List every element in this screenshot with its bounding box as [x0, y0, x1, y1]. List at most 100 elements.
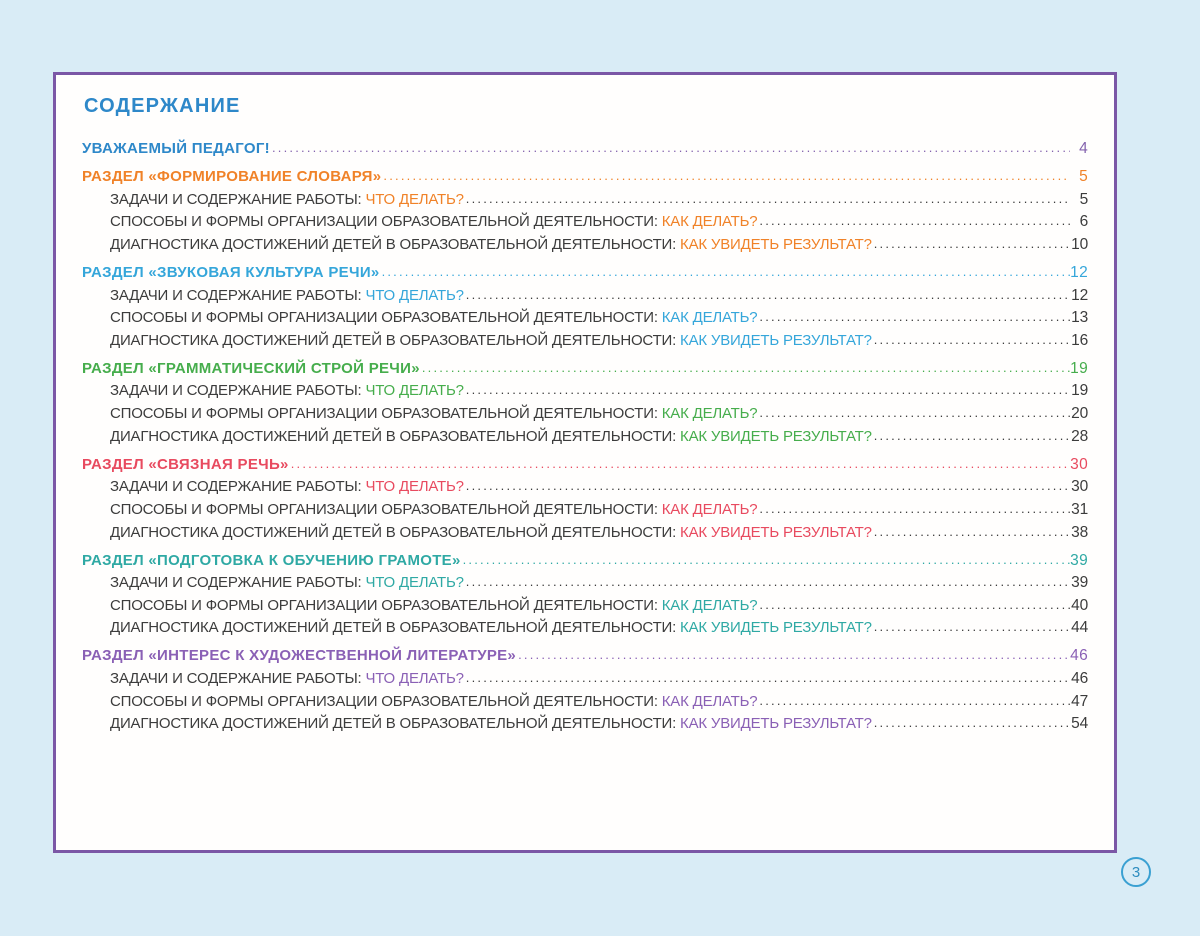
dot-leader — [464, 284, 1070, 307]
toc-entry-label: ЗАДАЧИ И СОДЕРЖАНИЕ РАБОТЫ: ЧТО ДЕЛАТЬ? — [110, 668, 464, 691]
dot-leader — [872, 521, 1070, 544]
toc-page-number: 13 — [1070, 307, 1088, 330]
toc-entry-label: СПОСОБЫ И ФОРМЫ ОРГАНИЗАЦИИ ОБРАЗОВАТЕЛЬ… — [110, 403, 757, 426]
toc-section-entry: РАЗДЕЛ «ЗВУКОВАЯ КУЛЬТУРА РЕЧИ» 12 — [82, 262, 1088, 285]
dot-leader — [757, 402, 1070, 425]
toc-entry-label: ДИАГНОСТИКА ДОСТИЖЕНИЙ ДЕТЕЙ В ОБРАЗОВАТ… — [110, 426, 872, 449]
dot-leader — [270, 137, 1070, 160]
toc-entry-label: РАЗДЕЛ «ФОРМИРОВАНИЕ СЛОВАРЯ» — [82, 166, 381, 189]
toc-page-number: 16 — [1070, 330, 1088, 353]
toc-sub-entry: ДИАГНОСТИКА ДОСТИЖЕНИЙ ДЕТЕЙ В ОБРАЗОВАТ… — [82, 713, 1088, 736]
page-number-badge-value: 3 — [1132, 864, 1140, 881]
toc-page-number: 40 — [1070, 595, 1088, 618]
toc-section-entry: РАЗДЕЛ «СВЯЗНАЯ РЕЧЬ» 30 — [82, 454, 1088, 477]
toc-sub-entry: ЗАДАЧИ И СОДЕРЖАНИЕ РАБОТЫ: ЧТО ДЕЛАТЬ? … — [82, 285, 1088, 308]
toc-entry-label: ЗАДАЧИ И СОДЕРЖАНИЕ РАБОТЫ: ЧТО ДЕЛАТЬ? — [110, 380, 464, 403]
dot-leader — [757, 498, 1070, 521]
toc-page-number: 54 — [1070, 713, 1088, 736]
toc-entry-label: ДИАГНОСТИКА ДОСТИЖЕНИЙ ДЕТЕЙ В ОБРАЗОВАТ… — [110, 713, 872, 736]
toc-page-number: 30 — [1070, 476, 1088, 499]
toc-sub-entry: ДИАГНОСТИКА ДОСТИЖЕНИЙ ДЕТЕЙ В ОБРАЗОВАТ… — [82, 330, 1088, 353]
toc-sub-entry: СПОСОБЫ И ФОРМЫ ОРГАНИЗАЦИИ ОБРАЗОВАТЕЛЬ… — [82, 307, 1088, 330]
toc-entry-label: ЗАДАЧИ И СОДЕРЖАНИЕ РАБОТЫ: ЧТО ДЕЛАТЬ? — [110, 189, 464, 212]
toc-sub-entry: ДИАГНОСТИКА ДОСТИЖЕНИЙ ДЕТЕЙ В ОБРАЗОВАТ… — [82, 234, 1088, 257]
dot-leader — [872, 233, 1070, 256]
toc-page-number: 28 — [1070, 426, 1088, 449]
dot-leader — [757, 690, 1070, 713]
toc-page-number: 38 — [1070, 522, 1088, 545]
toc-page-number: 19 — [1070, 380, 1088, 403]
toc-page-number: 5 — [1070, 166, 1088, 189]
dot-leader — [464, 667, 1070, 690]
toc-entry-label: ЗАДАЧИ И СОДЕРЖАНИЕ РАБОТЫ: ЧТО ДЕЛАТЬ? — [110, 476, 464, 499]
toc-section-entry: РАЗДЕЛ «ИНТЕРЕС К ХУДОЖЕСТВЕННОЙ ЛИТЕРАТ… — [82, 645, 1088, 668]
toc-sub-entry: ЗАДАЧИ И СОДЕРЖАНИЕ РАБОТЫ: ЧТО ДЕЛАТЬ? … — [82, 572, 1088, 595]
toc-entry-label: СПОСОБЫ И ФОРМЫ ОРГАНИЗАЦИИ ОБРАЗОВАТЕЛЬ… — [110, 499, 757, 522]
page-title: СОДЕРЖАНИЕ — [84, 95, 1088, 118]
toc-page-number: 39 — [1070, 550, 1088, 573]
toc-page-number: 31 — [1070, 499, 1088, 522]
toc-page-number: 4 — [1070, 138, 1088, 161]
toc-sub-entry: СПОСОБЫ И ФОРМЫ ОРГАНИЗАЦИИ ОБРАЗОВАТЕЛЬ… — [82, 211, 1088, 234]
toc-entry-label: РАЗДЕЛ «ПОДГОТОВКА К ОБУЧЕНИЮ ГРАМОТЕ» — [82, 550, 461, 573]
toc-entry-label: РАЗДЕЛ «ЗВУКОВАЯ КУЛЬТУРА РЕЧИ» — [82, 262, 380, 285]
toc-intro-entry: УВАЖАЕМЫЙ ПЕДАГОГ! 4 — [82, 138, 1088, 161]
toc-sub-entry: СПОСОБЫ И ФОРМЫ ОРГАНИЗАЦИИ ОБРАЗОВАТЕЛЬ… — [82, 499, 1088, 522]
toc-sub-entry: ЗАДАЧИ И СОДЕРЖАНИЕ РАБОТЫ: ЧТО ДЕЛАТЬ? … — [82, 189, 1088, 212]
dot-leader — [464, 571, 1070, 594]
toc-entry-label: ДИАГНОСТИКА ДОСТИЖЕНИЙ ДЕТЕЙ В ОБРАЗОВАТ… — [110, 522, 872, 545]
toc-section-entry: РАЗДЕЛ «ПОДГОТОВКА К ОБУЧЕНИЮ ГРАМОТЕ» 3… — [82, 550, 1088, 573]
toc-page-number: 44 — [1070, 617, 1088, 640]
toc-page-number: 12 — [1070, 285, 1088, 308]
toc-entry-label: СПОСОБЫ И ФОРМЫ ОРГАНИЗАЦИИ ОБРАЗОВАТЕЛЬ… — [110, 595, 757, 618]
dot-leader — [872, 712, 1070, 735]
toc-page-number: 20 — [1070, 403, 1088, 426]
toc-page-number: 46 — [1070, 668, 1088, 691]
dot-leader — [872, 616, 1070, 639]
dot-leader — [757, 210, 1070, 233]
toc-page-number: 30 — [1070, 454, 1088, 477]
toc-sub-entry: ДИАГНОСТИКА ДОСТИЖЕНИЙ ДЕТЕЙ В ОБРАЗОВАТ… — [82, 426, 1088, 449]
toc-section-entry: РАЗДЕЛ «ГРАММАТИЧЕСКИЙ СТРОЙ РЕЧИ» 19 — [82, 358, 1088, 381]
dot-leader — [516, 644, 1070, 667]
dot-leader — [289, 453, 1070, 476]
toc-sub-entry: ЗАДАЧИ И СОДЕРЖАНИЕ РАБОТЫ: ЧТО ДЕЛАТЬ? … — [82, 476, 1088, 499]
dot-leader — [464, 379, 1070, 402]
dot-leader — [464, 188, 1070, 211]
toc-entry-label: ДИАГНОСТИКА ДОСТИЖЕНИЙ ДЕТЕЙ В ОБРАЗОВАТ… — [110, 234, 872, 257]
toc-sub-entry: СПОСОБЫ И ФОРМЫ ОРГАНИЗАЦИИ ОБРАЗОВАТЕЛЬ… — [82, 595, 1088, 618]
toc-sub-entry: ДИАГНОСТИКА ДОСТИЖЕНИЙ ДЕТЕЙ В ОБРАЗОВАТ… — [82, 617, 1088, 640]
toc-section-entry: РАЗДЕЛ «ФОРМИРОВАНИЕ СЛОВАРЯ» 5 — [82, 166, 1088, 189]
toc-page-number: 46 — [1070, 645, 1088, 668]
toc-entry-label: РАЗДЕЛ «ГРАММАТИЧЕСКИЙ СТРОЙ РЕЧИ» — [82, 358, 420, 381]
page-number-badge: 3 — [1121, 857, 1151, 887]
toc-sub-entry: ЗАДАЧИ И СОДЕРЖАНИЕ РАБОТЫ: ЧТО ДЕЛАТЬ? … — [82, 668, 1088, 691]
toc-entry-label: ЗАДАЧИ И СОДЕРЖАНИЕ РАБОТЫ: ЧТО ДЕЛАТЬ? — [110, 285, 464, 308]
toc-page-number: 19 — [1070, 358, 1088, 381]
toc-entry-label: ЗАДАЧИ И СОДЕРЖАНИЕ РАБОТЫ: ЧТО ДЕЛАТЬ? — [110, 572, 464, 595]
toc-sub-entry: ДИАГНОСТИКА ДОСТИЖЕНИЙ ДЕТЕЙ В ОБРАЗОВАТ… — [82, 522, 1088, 545]
toc-sub-entry: СПОСОБЫ И ФОРМЫ ОРГАНИЗАЦИИ ОБРАЗОВАТЕЛЬ… — [82, 691, 1088, 714]
dot-leader — [757, 594, 1070, 617]
dot-leader — [381, 165, 1070, 188]
toc-page-number: 12 — [1070, 262, 1088, 285]
toc-page: СОДЕРЖАНИЕ УВАЖАЕМЫЙ ПЕДАГОГ! 4 РАЗДЕЛ «… — [53, 72, 1117, 853]
toc-entry-label: ДИАГНОСТИКА ДОСТИЖЕНИЙ ДЕТЕЙ В ОБРАЗОВАТ… — [110, 617, 872, 640]
toc-entry-label: СПОСОБЫ И ФОРМЫ ОРГАНИЗАЦИИ ОБРАЗОВАТЕЛЬ… — [110, 211, 757, 234]
dot-leader — [420, 357, 1070, 380]
toc-sub-entry: ЗАДАЧИ И СОДЕРЖАНИЕ РАБОТЫ: ЧТО ДЕЛАТЬ? … — [82, 380, 1088, 403]
toc-entry-label: СПОСОБЫ И ФОРМЫ ОРГАНИЗАЦИИ ОБРАЗОВАТЕЛЬ… — [110, 691, 757, 714]
toc-list: УВАЖАЕМЫЙ ПЕДАГОГ! 4 РАЗДЕЛ «ФОРМИРОВАНИ… — [82, 138, 1088, 736]
dot-leader — [380, 261, 1070, 284]
toc-sub-entry: СПОСОБЫ И ФОРМЫ ОРГАНИЗАЦИИ ОБРАЗОВАТЕЛЬ… — [82, 403, 1088, 426]
toc-page-number: 5 — [1070, 189, 1088, 212]
toc-entry-label: СПОСОБЫ И ФОРМЫ ОРГАНИЗАЦИИ ОБРАЗОВАТЕЛЬ… — [110, 307, 757, 330]
dot-leader — [461, 549, 1070, 572]
toc-page-number: 10 — [1070, 234, 1088, 257]
toc-entry-label: УВАЖАЕМЫЙ ПЕДАГОГ! — [82, 138, 270, 161]
toc-page-number: 6 — [1070, 211, 1088, 234]
dot-leader — [464, 475, 1070, 498]
dot-leader — [872, 425, 1070, 448]
toc-page-number: 47 — [1070, 691, 1088, 714]
toc-page-number: 39 — [1070, 572, 1088, 595]
